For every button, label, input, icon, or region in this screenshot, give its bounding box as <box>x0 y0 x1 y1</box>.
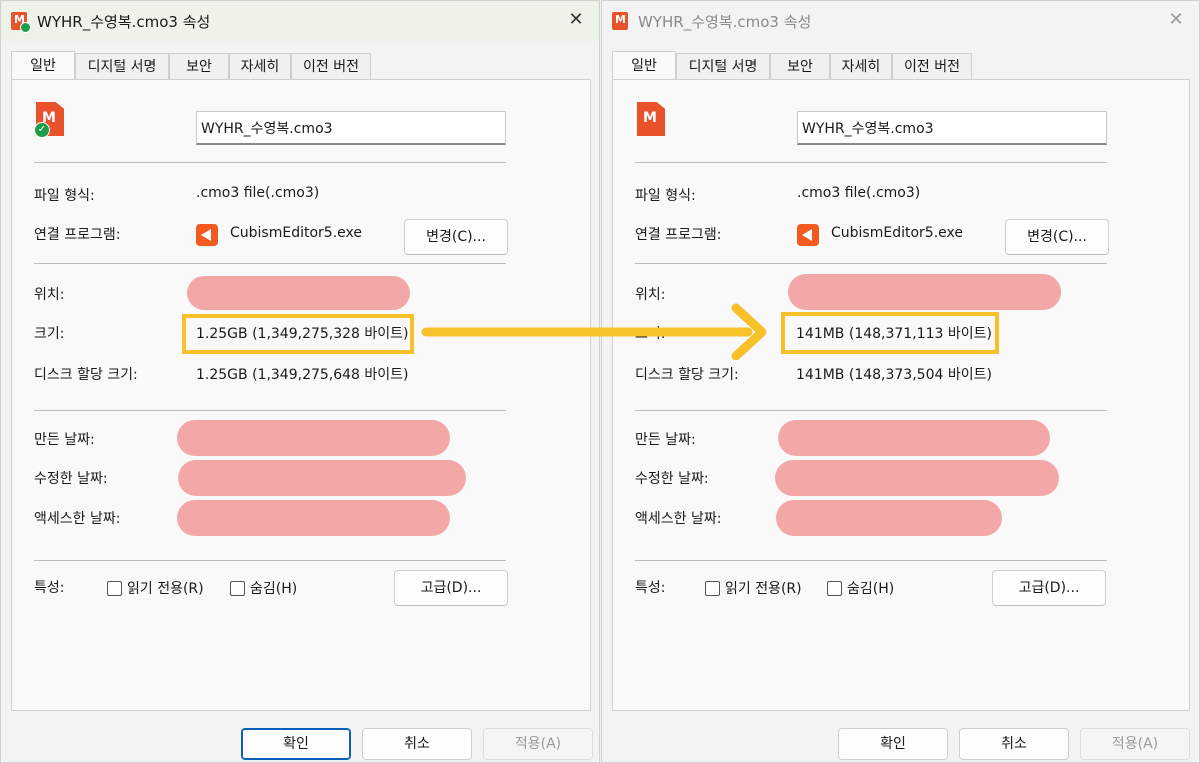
cmo3-file-icon <box>11 12 31 33</box>
apply-button[interactable]: 적용(A) <box>483 728 593 760</box>
hidden-label: 숨김(H) <box>847 581 895 597</box>
disk-size-label: 디스크 할당 크기: <box>635 367 739 383</box>
redacted-created <box>778 420 1050 456</box>
check-badge-icon: ✓ <box>34 122 50 138</box>
filetype-label: 파일 형식: <box>635 188 696 204</box>
apply-button[interactable]: 적용(A) <box>1080 728 1190 760</box>
accessed-label: 액세스한 날짜: <box>34 511 121 527</box>
filename-input[interactable]: WYHR_수영복.cmo3 <box>196 111 506 145</box>
divider <box>34 560 506 561</box>
hidden-label: 숨김(H) <box>250 581 298 597</box>
tab-digital-signature[interactable]: 디지털 서명 <box>676 53 770 79</box>
divider <box>34 162 506 163</box>
divider <box>635 410 1107 411</box>
redacted-accessed <box>177 500 450 536</box>
tab-details[interactable]: 자세히 <box>830 53 892 79</box>
change-button[interactable]: 변경(C)... <box>1005 219 1109 255</box>
readonly-label: 읽기 전용(R) <box>725 581 802 597</box>
created-label: 만든 날짜: <box>34 432 95 448</box>
ok-button[interactable]: 확인 <box>838 728 948 760</box>
disk-size-value: 141MB (148,373,504 바이트) <box>796 367 992 383</box>
hidden-checkbox[interactable]: 숨김(H) <box>230 578 297 598</box>
checkbox-box[interactable] <box>230 580 245 596</box>
cmo3-file-icon <box>637 102 665 136</box>
disk-size-value: 1.25GB (1,349,275,648 바이트) <box>196 367 409 383</box>
tab-previous-versions[interactable]: 이전 버전 <box>291 53 371 79</box>
properties-dialog-left: WYHR_수영복.cmo3 속성 ✕ 일반 디지털 서명 보안 자세히 이전 버… <box>0 0 600 763</box>
readonly-checkbox[interactable]: 읽기 전용(R) <box>107 578 204 598</box>
redacted-created <box>177 420 450 456</box>
divider <box>34 410 506 411</box>
window-title: WYHR_수영복.cmo3 속성 <box>37 13 211 31</box>
general-panel: WYHR_수영복.cmo3 파일 형식: .cmo3 file(.cmo3) 연… <box>612 79 1190 711</box>
checkbox-box[interactable] <box>705 580 720 596</box>
title-bar[interactable]: WYHR_수영복.cmo3 속성 ✕ <box>1 1 599 41</box>
window-title: WYHR_수영복.cmo3 속성 <box>638 13 812 31</box>
filetype-label: 파일 형식: <box>34 188 95 204</box>
tab-previous-versions[interactable]: 이전 버전 <box>892 53 972 79</box>
tab-general[interactable]: 일반 <box>612 51 676 81</box>
hidden-checkbox[interactable]: 숨김(H) <box>827 578 894 598</box>
readonly-checkbox[interactable]: 읽기 전용(R) <box>705 578 802 598</box>
close-icon[interactable]: ✕ <box>565 9 587 30</box>
disk-size-label: 디스크 할당 크기: <box>34 367 138 383</box>
general-panel: ✓ WYHR_수영복.cmo3 파일 형식: .cmo3 file(.cmo3)… <box>11 79 591 711</box>
program-label: 연결 프로그램: <box>635 227 722 243</box>
checkbox-box[interactable] <box>827 580 842 596</box>
change-button[interactable]: 변경(C)... <box>404 219 508 255</box>
redacted-location <box>788 274 1061 310</box>
cancel-button[interactable]: 취소 <box>959 728 1069 760</box>
divider <box>635 263 1107 264</box>
close-icon[interactable]: ✕ <box>1165 9 1187 30</box>
program-label: 연결 프로그램: <box>34 227 121 243</box>
tab-details[interactable]: 자세히 <box>229 53 291 79</box>
divider <box>34 263 506 264</box>
attributes-label: 특성: <box>635 580 666 596</box>
program-value: CubismEditor5.exe <box>230 225 362 241</box>
arrow-icon <box>421 303 767 360</box>
redacted-location <box>187 276 410 310</box>
filetype-value: .cmo3 file(.cmo3) <box>196 185 320 201</box>
advanced-button[interactable]: 고급(D)... <box>992 570 1106 606</box>
created-label: 만든 날짜: <box>635 432 696 448</box>
tab-security[interactable]: 보안 <box>770 53 830 79</box>
redacted-modified <box>178 460 466 496</box>
tab-digital-signature[interactable]: 디지털 서명 <box>75 53 169 79</box>
advanced-button[interactable]: 고급(D)... <box>394 570 508 606</box>
location-label: 위치: <box>34 287 65 303</box>
cubism-app-icon <box>196 224 218 246</box>
program-value: CubismEditor5.exe <box>831 225 963 241</box>
redacted-accessed <box>776 500 1002 536</box>
title-bar[interactable]: WYHR_수영복.cmo3 속성 ✕ <box>602 1 1199 41</box>
modified-label: 수정한 날짜: <box>635 471 709 487</box>
tab-general[interactable]: 일반 <box>11 51 75 81</box>
checkbox-box[interactable] <box>107 580 122 596</box>
readonly-label: 읽기 전용(R) <box>127 581 204 597</box>
divider <box>635 560 1107 561</box>
size-label: 크기: <box>34 326 65 342</box>
attributes-label: 특성: <box>34 580 65 596</box>
cancel-button[interactable]: 취소 <box>362 728 472 760</box>
ok-button[interactable]: 확인 <box>241 728 351 760</box>
size-value: 1.25GB (1,349,275,328 바이트) <box>196 326 409 342</box>
modified-label: 수정한 날짜: <box>34 471 108 487</box>
accessed-label: 액세스한 날짜: <box>635 511 722 527</box>
divider <box>635 162 1107 163</box>
redacted-modified <box>775 460 1059 496</box>
cubism-app-icon <box>797 224 819 246</box>
cmo3-file-icon <box>612 12 628 30</box>
filetype-value: .cmo3 file(.cmo3) <box>797 185 921 201</box>
properties-dialog-right: WYHR_수영복.cmo3 속성 ✕ 일반 디지털 서명 보안 자세히 이전 버… <box>601 0 1200 763</box>
filename-input[interactable]: WYHR_수영복.cmo3 <box>797 111 1107 145</box>
tab-security[interactable]: 보안 <box>169 53 229 79</box>
size-value: 141MB (148,371,113 바이트) <box>796 326 992 342</box>
